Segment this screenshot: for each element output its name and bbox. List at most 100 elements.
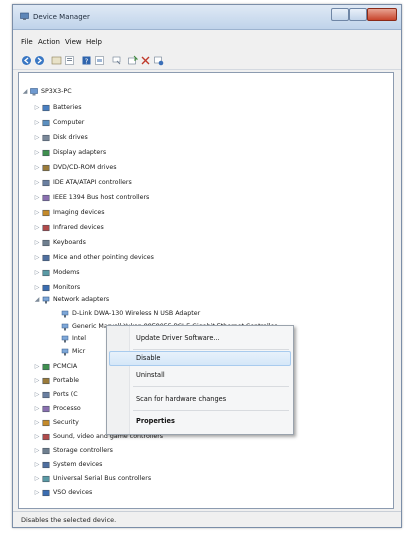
title-bar[interactable]: Device Manager xyxy=(13,5,401,30)
expand-icon[interactable]: ▷ xyxy=(34,361,40,372)
expand-icon[interactable]: ▷ xyxy=(34,375,40,386)
expand-icon[interactable]: ▷ xyxy=(34,389,40,400)
expand-icon[interactable]: ▷ xyxy=(34,267,40,278)
expand-icon[interactable]: ▷ xyxy=(34,445,40,456)
category-label: Processo xyxy=(53,405,81,412)
expand-icon[interactable]: ▷ xyxy=(34,207,40,218)
expand-icon[interactable]: ▷ xyxy=(34,147,40,158)
category-label: Keyboards xyxy=(53,239,86,246)
device-category-icon xyxy=(42,489,50,497)
expand-icon[interactable]: ▷ xyxy=(34,473,40,484)
tree-item-category[interactable]: ▷ Storage controllers xyxy=(19,445,389,456)
show-hidden-icon[interactable] xyxy=(94,55,105,66)
tree-item-category[interactable]: ▷ IEEE 1394 Bus host controllers xyxy=(19,192,389,203)
device-manager-icon xyxy=(20,12,29,20)
tree-item-category[interactable]: ▷ DVD/CD-ROM drives xyxy=(19,162,389,173)
device-category-icon xyxy=(42,119,50,127)
up-icon[interactable] xyxy=(51,55,62,66)
network-adapter-icon xyxy=(61,323,69,330)
tree-root[interactable]: ◢ SP3X3-PC xyxy=(19,86,389,97)
tree-item-category[interactable]: ▷ Modems xyxy=(19,267,389,278)
tree-item-category[interactable]: ▷ Computer xyxy=(19,117,389,128)
category-label: Imaging devices xyxy=(53,209,105,216)
help-icon[interactable]: ? xyxy=(81,55,92,66)
minimize-button[interactable] xyxy=(331,8,349,21)
menu-bar: File Action View Help xyxy=(13,35,401,49)
window-title: Device Manager xyxy=(33,13,90,21)
expand-icon[interactable]: ▷ xyxy=(34,282,40,293)
network-adapter-icon xyxy=(61,310,69,318)
menu-properties[interactable]: Properties xyxy=(109,414,291,429)
device-category-icon xyxy=(42,164,50,172)
disable-icon[interactable] xyxy=(153,55,164,66)
menu-scan-for-hardware-changes[interactable]: Scan for hardware changes xyxy=(109,392,291,407)
device-category-icon xyxy=(42,447,50,455)
device-category-icon xyxy=(42,239,50,247)
expand-icon[interactable]: ▷ xyxy=(34,132,40,143)
device-category-icon xyxy=(42,269,50,277)
tree-item-category[interactable]: ▷ Mice and other pointing devices xyxy=(19,252,389,263)
network-device-label: D-Link DWA-130 Wireless N USB Adapter xyxy=(72,310,201,317)
tree-item-network-adapters[interactable]: ◢ Network adapters xyxy=(19,294,389,305)
maximize-button[interactable] xyxy=(349,8,367,21)
tree-item-category[interactable]: ▷ Infrared devices xyxy=(19,222,389,233)
uninstall-icon[interactable] xyxy=(140,55,151,66)
category-label: Storage controllers xyxy=(53,447,113,454)
menu-help[interactable]: Help xyxy=(86,38,102,46)
tree-item-category[interactable]: ▷ VSO devices xyxy=(19,487,389,498)
menu-uninstall[interactable]: Uninstall xyxy=(109,368,291,383)
device-category-icon xyxy=(42,363,50,371)
category-label: Universal Serial Bus controllers xyxy=(53,475,152,482)
tree-item-category[interactable]: ▷ Universal Serial Bus controllers xyxy=(19,473,389,484)
device-category-icon xyxy=(42,433,50,441)
menu-action[interactable]: Action xyxy=(38,38,60,46)
expand-icon[interactable]: ▷ xyxy=(34,459,40,470)
expand-icon[interactable]: ▷ xyxy=(34,222,40,233)
tree-item-category[interactable]: ▷ Batteries xyxy=(19,102,389,113)
expand-icon[interactable]: ▷ xyxy=(34,192,40,203)
tree-item-category[interactable]: ▷ Monitors xyxy=(19,282,389,293)
collapse-icon[interactable]: ◢ xyxy=(34,294,40,305)
tree-item-category[interactable]: ▷ System devices xyxy=(19,459,389,470)
menu-view[interactable]: View xyxy=(65,38,82,46)
close-button[interactable] xyxy=(367,8,397,21)
tree-item-category[interactable]: ▷ Keyboards xyxy=(19,237,389,248)
network-adapter-icon xyxy=(61,348,69,355)
scan-icon[interactable] xyxy=(111,55,122,66)
tree-item-category[interactable]: ▷ IDE ATA/ATAPI controllers xyxy=(19,177,389,188)
network-adapter-icon xyxy=(42,296,50,304)
back-icon[interactable] xyxy=(21,55,32,66)
device-category-icon xyxy=(42,391,50,399)
expand-icon[interactable]: ▷ xyxy=(34,252,40,263)
expand-icon[interactable]: ▷ xyxy=(34,237,40,248)
tree-item-category[interactable]: ▷ Display adapters xyxy=(19,147,389,158)
expand-icon[interactable]: ▷ xyxy=(34,487,40,498)
expand-icon[interactable]: ▷ xyxy=(34,403,40,414)
category-label: IEEE 1394 Bus host controllers xyxy=(53,194,150,201)
window-controls xyxy=(331,8,397,21)
expand-icon[interactable]: ▷ xyxy=(34,417,40,428)
properties-icon[interactable] xyxy=(64,55,75,66)
menu-disable[interactable]: Disable xyxy=(109,351,291,366)
menu-file[interactable]: File xyxy=(21,38,33,46)
tree-item-network-device[interactable]: D-Link DWA-130 Wireless N USB Adapter xyxy=(19,308,389,319)
context-menu-separator xyxy=(133,410,289,411)
expand-icon[interactable]: ▷ xyxy=(34,177,40,188)
tree-item-category[interactable]: ▷ Imaging devices xyxy=(19,207,389,218)
menu-update-driver-software[interactable]: Update Driver Software... xyxy=(109,331,291,346)
expand-icon[interactable]: ▷ xyxy=(34,102,40,113)
network-adapter-icon xyxy=(61,335,69,343)
expand-icon[interactable]: ▷ xyxy=(34,117,40,128)
category-label: VSO devices xyxy=(53,489,93,496)
device-category-icon xyxy=(42,284,50,292)
tree-item-category[interactable]: ▷ Disk drives xyxy=(19,132,389,143)
status-bar: Disables the selected device. xyxy=(13,511,401,527)
collapse-icon[interactable]: ◢ xyxy=(22,86,28,97)
forward-icon[interactable] xyxy=(34,55,45,66)
device-category-icon xyxy=(42,461,50,469)
device-category-icon xyxy=(42,224,50,232)
update-driver-icon[interactable] xyxy=(127,55,138,66)
device-tree[interactable]: ◢ SP3X3-PC ▷ Batteries ▷ Computer ▷ Disk driv… xyxy=(18,72,394,509)
expand-icon[interactable]: ▷ xyxy=(34,162,40,173)
expand-icon[interactable]: ▷ xyxy=(34,431,40,442)
